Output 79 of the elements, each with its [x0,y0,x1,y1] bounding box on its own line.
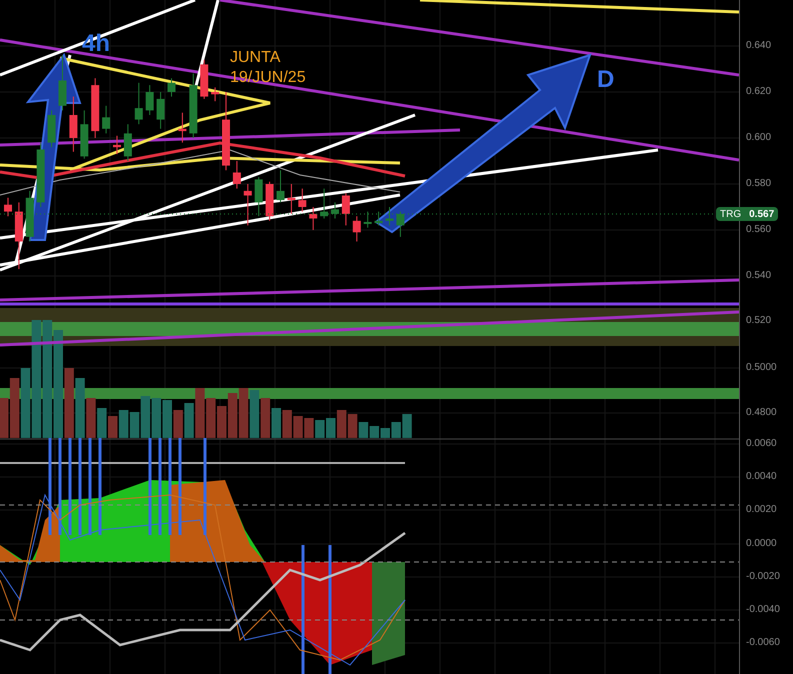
volume-bar [162,400,172,438]
volume-bar [97,408,107,438]
candlestick [211,86,220,102]
volume-bar [304,418,314,438]
candlestick [69,96,78,152]
candlestick [156,92,165,130]
volume-bar [260,398,270,438]
candlestick [48,110,56,148]
volume-bar [195,388,205,438]
axis-tick-label: -0.0060 [746,637,780,649]
volume-bar [336,410,346,438]
candlestick [331,202,339,219]
volume-bar [250,390,260,438]
chart-annotation: JUNTA 19/JUN/25 [230,48,306,88]
symbol-label: TRG [720,208,742,222]
volume-bar [272,408,281,438]
axis-tick-label: 0.560 [746,224,772,236]
axis-tick-label: 0.640 [746,40,772,52]
candlestick [102,105,110,134]
candlestick [244,184,252,226]
volume-bar [282,410,292,438]
candlestick [309,206,318,230]
candlestick [254,176,263,217]
candlestick [113,135,121,155]
candlestick [320,188,328,219]
candlestick [146,84,154,116]
volume-bar [173,410,183,438]
candlestick [276,170,284,203]
candlestick [26,190,34,242]
candlestick [4,197,12,217]
candlestick [36,142,45,208]
chart-annotation: D [597,65,614,95]
volume-bar [315,420,325,438]
volume-bar [370,426,380,438]
candlestick [168,78,176,98]
histogram-area [0,505,60,562]
axis-tick-label: 0.0040 [746,471,777,483]
candlestick [364,211,372,228]
candlestick [232,160,241,190]
volume-bar [238,388,248,438]
candlestick [396,211,404,238]
candlestick [14,202,23,270]
price-value: 0.567 [749,208,774,222]
candlestick [287,184,296,214]
axis-tick-label: 0.4800 [746,407,777,419]
candlestick [342,192,350,226]
volume-bar [326,418,336,438]
volume-bar [293,416,303,438]
candlestick [200,59,208,100]
candlestick [178,112,186,144]
axis-tick-label: 0.600 [746,132,772,144]
axis-tick-label: 0.5000 [746,362,777,374]
candlestick [124,124,132,162]
axis-tick-label: 0.620 [746,86,772,98]
candlestick [386,206,394,226]
volume-bar [184,403,194,438]
volume-bar [217,406,226,438]
axis-tick-label: -0.0020 [746,571,780,583]
candlestick [189,73,198,138]
candlestick [298,188,306,212]
candlestick [58,54,66,111]
candlestick [374,211,383,226]
axis-tick-label: 0.520 [746,315,772,327]
candlestick [266,181,274,222]
volume-bar [108,416,118,438]
axis-tick-label: -0.0040 [746,604,780,616]
axis-tick-label: 0.580 [746,178,772,190]
axis-tick-label: 0.0000 [746,538,777,550]
candlestick [352,216,361,242]
volume-bar [152,398,162,438]
axis-tick-label: 0.0060 [746,438,777,450]
candlestick [91,78,100,138]
axis-tick-label: 0.0020 [746,504,777,516]
axis-tick-label: 0.540 [746,270,772,282]
volume-bar [228,393,238,438]
candlestick [134,82,143,125]
volume-bar [118,410,128,438]
volume-bar [206,398,216,438]
candlestick [80,110,88,160]
